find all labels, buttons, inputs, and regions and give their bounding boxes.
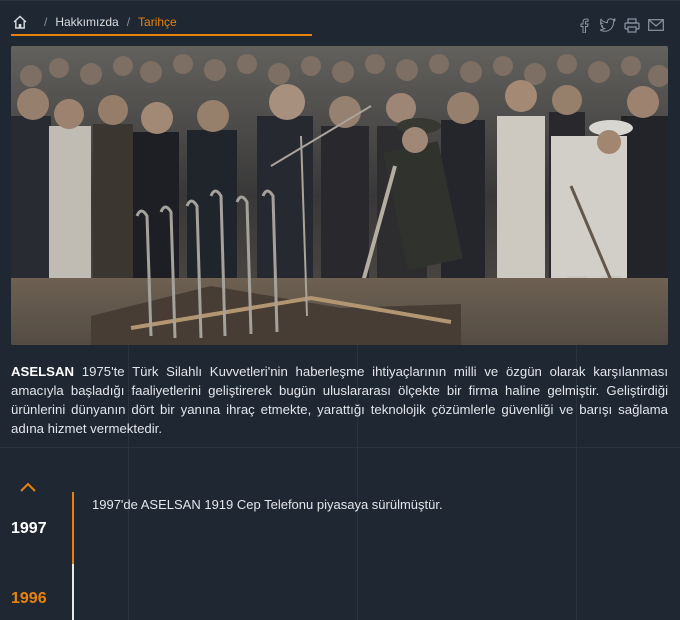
timeline-event-text: 1997'de ASELSAN 1919 Cep Telefonu piyasa… [92,497,443,512]
timeline-year-current[interactable]: 1997 [11,520,47,538]
breadcrumb: / Hakkımızda / Tarihçe [11,10,312,36]
history-photo [11,46,668,345]
facebook-icon[interactable] [576,17,592,33]
intro-text: 1975'te Türk Silahlı Kuvvetleri'nin habe… [11,364,668,436]
timeline-year-next[interactable]: 1996 [11,590,47,608]
brand-name: ASELSAN [11,364,75,379]
print-icon[interactable] [624,17,640,33]
share-toolbar [576,17,664,33]
grid-line [0,447,680,448]
breadcrumb-item-tarihce: Tarihçe [138,15,177,29]
twitter-icon[interactable] [600,17,616,33]
timeline-progress [72,492,74,564]
breadcrumb-item-hakkimizda[interactable]: Hakkımızda [55,15,118,29]
mail-icon[interactable] [648,17,664,33]
home-icon[interactable] [12,14,28,30]
intro-paragraph: ASELSAN 1975'te Türk Silahlı Kuvvetleri'… [11,362,668,438]
breadcrumb-separator: / [44,15,48,29]
breadcrumb-separator: / [126,15,131,29]
grid-line [0,0,680,1]
page: / Hakkımızda / Tarihçe ASELSAN 1975'te T… [0,0,680,620]
timeline-up-chevron-icon[interactable] [19,480,37,492]
